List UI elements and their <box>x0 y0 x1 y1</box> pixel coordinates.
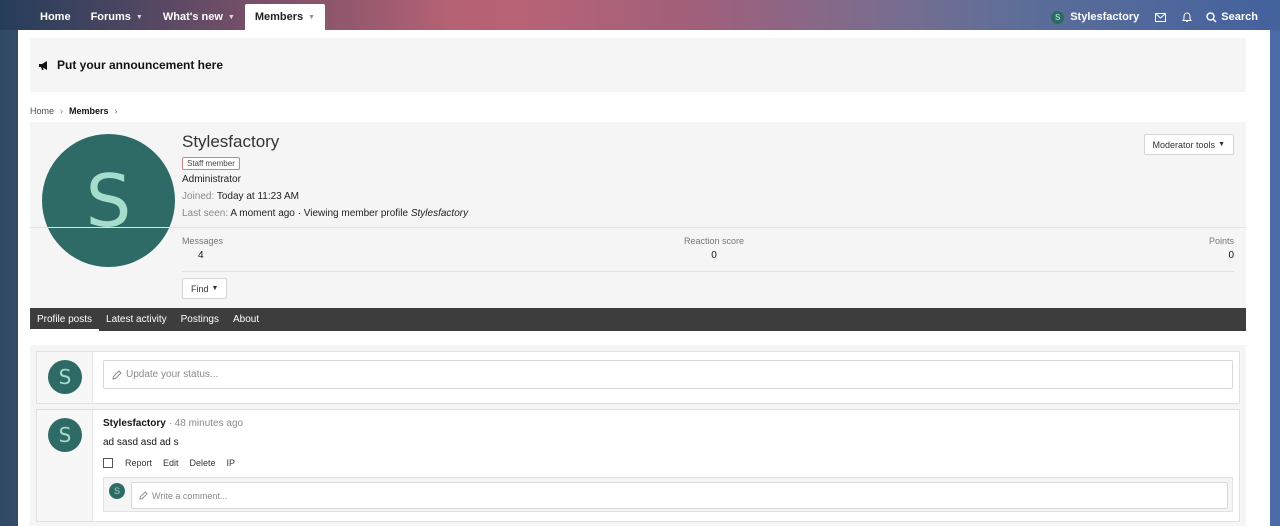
stat-points: Points 0 <box>1209 236 1234 261</box>
status-placeholder: Update your status... <box>126 369 219 380</box>
search-label: Search <box>1221 11 1258 23</box>
stat-reaction-score: Reaction score 0 <box>684 236 744 261</box>
comment-box: S Write a comment... <box>103 477 1233 512</box>
find-label: Find <box>191 283 209 294</box>
breadcrumb-home[interactable]: Home <box>30 106 54 116</box>
status-input[interactable]: Update your status... <box>103 360 1233 389</box>
envelope-icon[interactable] <box>1147 12 1174 22</box>
nav-tab-home[interactable]: Home <box>30 4 81 30</box>
account-username: Stylesfactory <box>1070 11 1140 23</box>
tab-about[interactable]: About <box>226 308 266 331</box>
joined-value: Today at 11:23 AM <box>216 191 299 202</box>
account-menu[interactable]: S Stylesfactory <box>1043 10 1147 24</box>
last-seen-value: A moment ago · Viewing member profile <box>230 208 409 219</box>
member-profile-header: S Stylesfactory Staff member Administrat… <box>30 122 1246 308</box>
select-checkbox[interactable] <box>103 458 113 468</box>
delete-link[interactable]: Delete <box>190 458 216 468</box>
avatar-column: S <box>37 352 93 403</box>
avatar[interactable]: S <box>48 418 82 452</box>
ip-link[interactable]: IP <box>227 458 236 468</box>
chevron-right-icon: › <box>114 106 118 116</box>
status-update-box: S Update your status... <box>36 351 1240 404</box>
avatar[interactable]: S <box>42 134 175 267</box>
announcement-text: Put your announcement here <box>57 58 224 72</box>
megaphone-icon <box>38 60 50 71</box>
edit-link[interactable]: Edit <box>163 458 179 468</box>
post-body: ad sasd asd ad s <box>103 437 179 448</box>
stat-label: Reaction score <box>684 236 745 246</box>
tab-latest-activity[interactable]: Latest activity <box>99 308 174 331</box>
announcement-notice: Put your announcement here <box>30 38 1246 92</box>
page-container: Put your announcement here Home › Member… <box>18 30 1270 526</box>
stat-label: Points <box>1208 236 1234 246</box>
nav-tab-forums[interactable]: Forums ▼ <box>81 4 153 30</box>
profile-tabs: Profile posts Latest activity Postings A… <box>30 308 1246 331</box>
divider <box>182 271 1234 272</box>
tab-profile-posts[interactable]: Profile posts <box>30 308 100 331</box>
nav-tabs: Home Forums ▼ What's new ▼ Members ▼ <box>30 4 326 30</box>
nav-tab-whats-new[interactable]: What's new ▼ <box>153 4 245 30</box>
avatar: S <box>109 483 125 499</box>
stat-messages: Messages 4 <box>182 236 223 261</box>
nav-tab-label: Members <box>254 11 304 23</box>
nav-tab-label: Home <box>40 11 71 23</box>
stat-value[interactable]: 4 <box>182 250 223 261</box>
divider <box>30 227 1246 228</box>
post-time[interactable]: · 48 minutes ago <box>169 418 244 429</box>
bell-icon[interactable] <box>1174 11 1200 23</box>
profile-posts-list: S Update your status... S Stylesfactory … <box>30 345 1246 526</box>
stat-label: Messages <box>182 236 224 246</box>
caret-down-icon: ▼ <box>1218 141 1225 148</box>
caret-down-icon: ▼ <box>211 285 219 292</box>
comment-placeholder: Write a comment... <box>152 490 228 501</box>
post-header: Stylesfactory · 48 minutes ago <box>103 418 243 429</box>
nav-tab-members[interactable]: Members ▼ <box>244 4 326 30</box>
profile-post: S Stylesfactory · 48 minutes ago ad sasd… <box>36 409 1240 522</box>
moderator-tools-button[interactable]: Moderator tools ▼ <box>1143 134 1234 155</box>
stat-value[interactable]: 0 <box>1209 250 1234 261</box>
breadcrumb: Home › Members › <box>30 106 118 116</box>
tab-postings[interactable]: Postings <box>174 308 226 331</box>
moderator-tools-label: Moderator tools <box>1152 139 1216 150</box>
search-icon <box>1206 11 1217 23</box>
nav-tab-label: What's new <box>162 11 223 23</box>
member-role: Administrator <box>182 174 241 185</box>
nav-tab-label: Forums <box>90 11 131 23</box>
find-button[interactable]: Find ▼ <box>182 278 228 299</box>
report-link[interactable]: Report <box>125 458 152 468</box>
chevron-right-icon: › <box>60 106 64 116</box>
caret-down-icon[interactable]: ▼ <box>136 14 143 21</box>
stat-value[interactable]: 0 <box>684 250 744 261</box>
member-last-seen: Last seen: A moment ago · Viewing member… <box>182 208 468 219</box>
nav-user-area: S Stylesfactory Search <box>1043 4 1258 30</box>
staff-badge: Staff member <box>182 157 240 170</box>
breadcrumb-members[interactable]: Members <box>69 106 109 116</box>
pencil-icon <box>139 491 148 500</box>
avatar-column: S <box>37 410 93 521</box>
last-seen-target[interactable]: Stylesfactory <box>411 208 468 219</box>
top-navigation: Home Forums ▼ What's new ▼ Members ▼ S Styl… <box>0 0 1280 30</box>
last-seen-label: Last seen: <box>182 208 229 219</box>
comment-input[interactable]: Write a comment... <box>131 482 1228 509</box>
avatar[interactable]: S <box>48 360 82 394</box>
pencil-icon <box>112 369 122 380</box>
joined-label: Joined: <box>182 191 215 202</box>
post-author[interactable]: Stylesfactory <box>103 418 166 429</box>
post-actions: Report Edit Delete IP <box>103 458 246 468</box>
caret-down-icon[interactable]: ▼ <box>308 14 315 21</box>
member-username: Stylesfactory <box>182 132 280 151</box>
member-joined: Joined: Today at 11:23 AM <box>182 191 299 202</box>
avatar: S <box>1051 10 1065 24</box>
caret-down-icon[interactable]: ▼ <box>228 14 235 21</box>
search-button[interactable]: Search <box>1200 11 1258 23</box>
